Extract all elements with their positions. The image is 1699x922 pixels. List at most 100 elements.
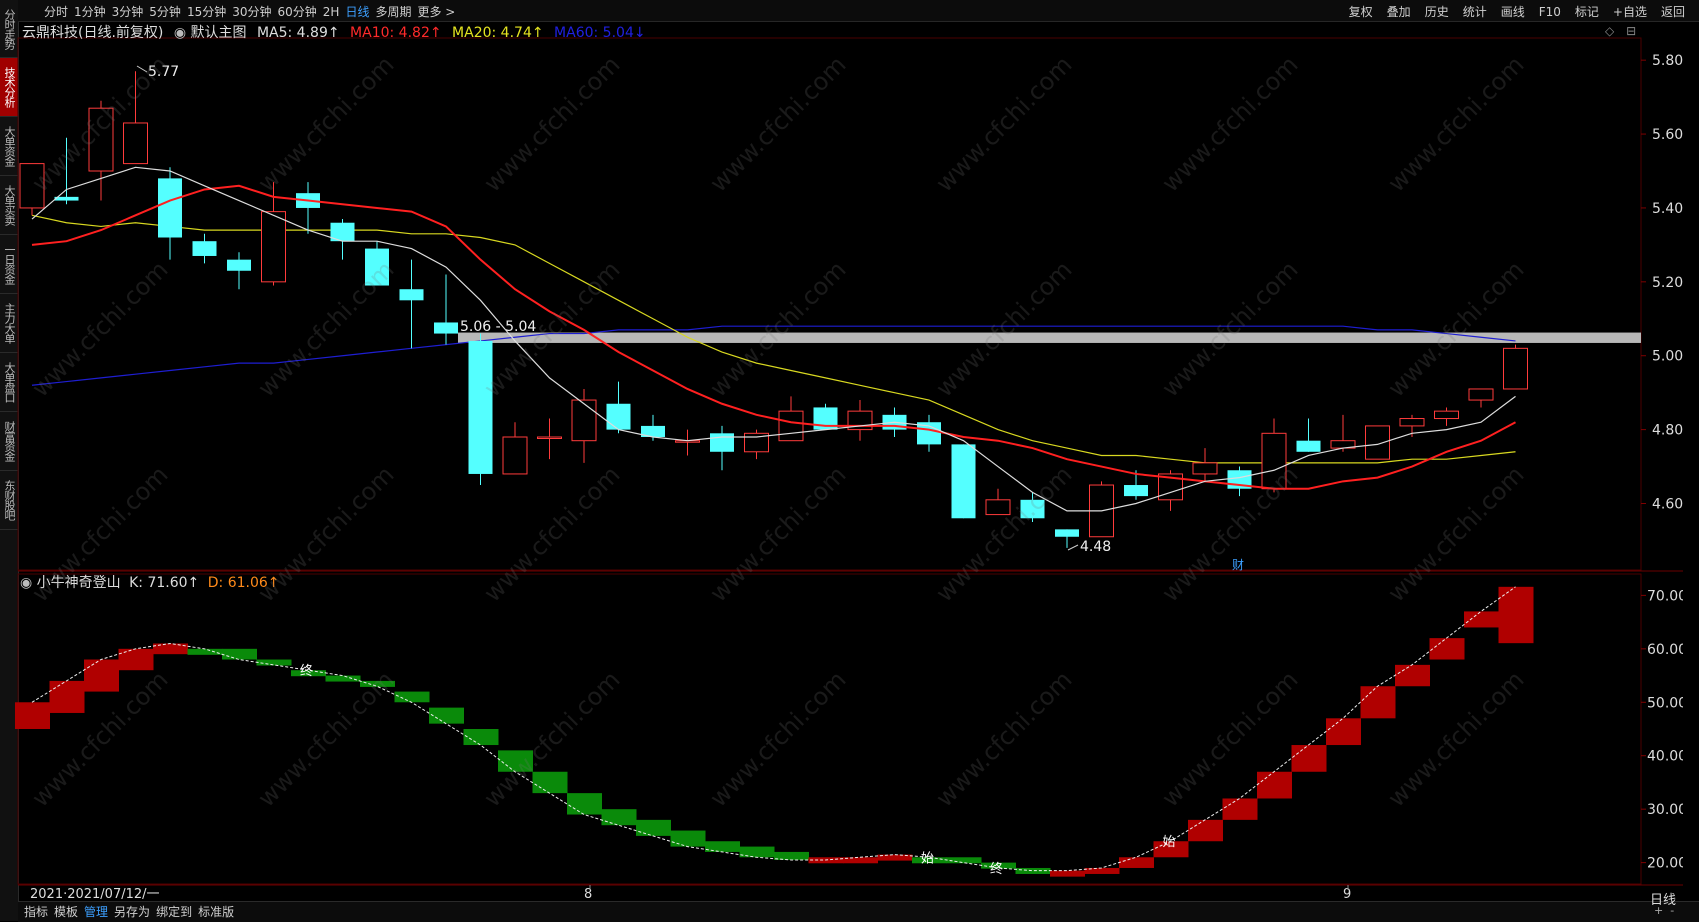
chart-controls: ◇ ⊟	[1605, 24, 1636, 38]
candle	[847, 400, 873, 441]
candle	[1503, 344, 1528, 390]
sub-dot-icon[interactable]: ◉	[20, 575, 32, 591]
sub-block	[636, 819, 671, 836]
indicator-name[interactable]: 小牛神奇登山	[37, 575, 121, 591]
candle	[951, 444, 976, 519]
turn-marker: 终	[300, 663, 313, 679]
candle	[1192, 448, 1218, 482]
high-label: 5.77	[148, 64, 179, 80]
candle-body	[1124, 485, 1148, 497]
turn-marker: 始	[921, 851, 934, 866]
candle-body	[606, 403, 631, 430]
kline-chart[interactable]: 5.80 5.60 5.40 5.20 5.00 4.80 4.60 70.00 60.00 50…	[0, 0, 1699, 921]
bottom-button-2[interactable]: 管理	[84, 905, 108, 919]
low-pointer	[1067, 544, 1079, 551]
candle	[1330, 414, 1356, 452]
candle	[744, 429, 769, 460]
candle	[606, 381, 631, 434]
price-axis-label: 5.60	[1652, 127, 1683, 143]
date-start-label: 2021·2021/07/12/一	[30, 887, 160, 902]
candle	[330, 219, 355, 260]
template-dot-icon[interactable]: ◉	[174, 25, 186, 41]
sub-block	[187, 648, 223, 655]
candle-body	[1399, 418, 1425, 427]
sub-block	[1119, 857, 1154, 868]
sub-block	[15, 702, 50, 729]
candle-body	[19, 163, 45, 209]
candle	[88, 100, 114, 201]
sub-block	[739, 846, 775, 858]
right-edge-panel	[1683, 22, 1699, 900]
candle	[1296, 418, 1321, 452]
candle-body	[123, 122, 148, 165]
range-band	[458, 332, 1641, 343]
sub-axis-label: 70.00	[1647, 588, 1687, 604]
collapse-icon[interactable]: ⊟	[1626, 24, 1636, 38]
candle	[365, 241, 389, 286]
sub-axis-label: 60.00	[1647, 642, 1687, 658]
candle-body	[88, 107, 114, 172]
candle	[571, 388, 597, 463]
sub-block	[774, 851, 809, 860]
candle	[1468, 388, 1494, 408]
price-axis-label: 5.80	[1652, 53, 1683, 69]
ma20-label: MA20: 4.74↑	[452, 25, 544, 41]
candle	[1365, 425, 1390, 460]
turn-marker: 始	[1163, 835, 1176, 850]
candle	[917, 414, 941, 452]
price-axis-label: 5.00	[1652, 349, 1683, 365]
candle	[192, 233, 217, 264]
date-month-8: 8	[584, 887, 592, 902]
date-month-9: 9	[1343, 887, 1351, 902]
candle-body	[1468, 388, 1494, 401]
cai-marker: 财	[1232, 558, 1244, 572]
candle-body	[951, 444, 976, 519]
ma5-label: MA5: 4.89↑	[256, 25, 340, 41]
range-label: 5.06 - 5.04	[460, 319, 536, 335]
k-value: K: 71.60↑	[129, 575, 200, 591]
candle-body	[710, 433, 734, 452]
sub-block	[567, 793, 602, 815]
candle	[158, 167, 182, 260]
sub-axis-label: 20.00	[1647, 856, 1687, 872]
candle	[1434, 407, 1459, 426]
sub-block	[1464, 611, 1499, 628]
d-value: D: 61.06↑	[207, 575, 280, 591]
bottom-button-3[interactable]: 另存为	[114, 905, 150, 919]
candle-body	[571, 399, 597, 442]
bottom-button-0[interactable]: 指标	[24, 905, 48, 919]
bottom-button-1[interactable]: 模板	[54, 905, 78, 919]
sub-block	[1050, 870, 1085, 877]
price-axis-label: 4.80	[1652, 423, 1683, 439]
candle	[1227, 466, 1252, 497]
sub-block	[1222, 798, 1258, 820]
sub-block	[670, 830, 706, 847]
candle	[434, 274, 458, 345]
theme-label[interactable]: 默认主图	[191, 25, 247, 41]
ma60-label: MA60: 5.04↓	[554, 25, 646, 41]
sub-block	[1360, 686, 1396, 719]
sub-block	[1326, 718, 1361, 746]
candle-body	[158, 178, 182, 238]
candle-body	[192, 241, 217, 256]
candle	[1055, 529, 1079, 548]
candle	[468, 333, 493, 486]
candle-body	[227, 259, 251, 271]
candle-body	[1296, 440, 1321, 452]
bottom-button-5[interactable]: 标准版	[198, 905, 234, 919]
bottom-button-4[interactable]: 绑定到	[156, 905, 192, 919]
sub-block	[394, 691, 430, 703]
candle-body	[502, 436, 528, 475]
candle	[227, 252, 251, 290]
sub-block	[498, 750, 533, 772]
candle	[710, 425, 734, 471]
price-axis-label: 5.40	[1652, 201, 1683, 217]
candle-body	[985, 499, 1011, 516]
diamond-icon[interactable]: ◇	[1605, 24, 1614, 38]
candle-body	[1365, 425, 1390, 460]
main-chart-header: 云鼎科技(日线.前复权) ◉ 默认主图 MA5: 4.89↑ MA10: 4.8…	[22, 22, 646, 42]
stock-name: 云鼎科技(日线.前复权)	[22, 25, 164, 41]
sub-plot-frame	[17, 573, 1642, 885]
ma10-label: MA10: 4.82↑	[350, 25, 442, 41]
zoom-controls[interactable]: + -	[1654, 904, 1674, 917]
